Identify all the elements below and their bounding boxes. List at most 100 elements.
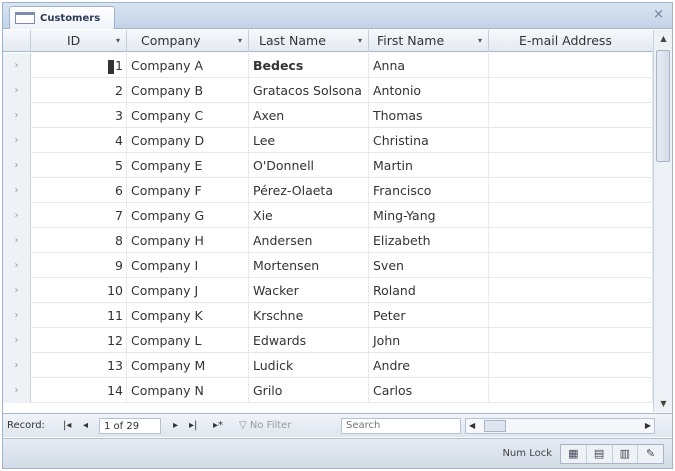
table-row[interactable]: › 9 Company I Mortensen Sven bbox=[3, 253, 653, 278]
scroll-right-icon[interactable]: ▶ bbox=[645, 419, 651, 433]
record-position-field[interactable]: 1 of 29 bbox=[99, 418, 161, 434]
pivot-chart-view-icon[interactable]: ▥ bbox=[613, 445, 639, 463]
scroll-down-icon[interactable]: ▼ bbox=[654, 395, 673, 412]
cell-id[interactable]: 13 bbox=[31, 353, 127, 378]
table-row[interactable]: › 6 Company F Pérez-Olaeta Francisco bbox=[3, 178, 653, 203]
tab-customers[interactable]: Customers bbox=[9, 6, 115, 29]
cell-id[interactable]: 14 bbox=[31, 378, 127, 403]
record-selector[interactable]: › bbox=[3, 78, 31, 103]
cell-company[interactable]: Company D bbox=[127, 128, 249, 153]
cell-email[interactable] bbox=[489, 303, 653, 328]
record-selector[interactable]: › bbox=[3, 303, 31, 328]
cell-email[interactable] bbox=[489, 78, 653, 103]
first-record-button[interactable]: |◂ bbox=[63, 418, 71, 434]
table-row[interactable]: › 7 Company G Xie Ming-Yang bbox=[3, 203, 653, 228]
cell-last-name[interactable]: Gratacos Solsona bbox=[249, 78, 369, 103]
table-row[interactable]: › 3 Company C Axen Thomas bbox=[3, 103, 653, 128]
record-selector[interactable]: › bbox=[3, 103, 31, 128]
record-selector[interactable]: › bbox=[3, 253, 31, 278]
cell-last-name[interactable]: Xie bbox=[249, 203, 369, 228]
cell-email[interactable] bbox=[489, 353, 653, 378]
cell-email[interactable] bbox=[489, 328, 653, 353]
cell-company[interactable]: Company K bbox=[127, 303, 249, 328]
record-selector[interactable]: › bbox=[3, 128, 31, 153]
record-selector[interactable]: › bbox=[3, 378, 31, 403]
close-icon[interactable]: × bbox=[653, 7, 664, 23]
cell-company[interactable]: Company C bbox=[127, 103, 249, 128]
cell-id[interactable]: 6 bbox=[31, 178, 127, 203]
cell-company[interactable]: Company B bbox=[127, 78, 249, 103]
cell-id[interactable]: 7 bbox=[31, 203, 127, 228]
cell-email[interactable] bbox=[489, 278, 653, 303]
cell-company[interactable]: Company I bbox=[127, 253, 249, 278]
cell-last-name[interactable]: Pérez-Olaeta bbox=[249, 178, 369, 203]
cell-email[interactable] bbox=[489, 203, 653, 228]
cell-company[interactable]: Company G bbox=[127, 203, 249, 228]
cell-company[interactable]: Company H bbox=[127, 228, 249, 253]
cell-first-name[interactable]: Anna bbox=[369, 53, 489, 78]
cell-email[interactable] bbox=[489, 178, 653, 203]
cell-company[interactable]: Company M bbox=[127, 353, 249, 378]
cell-first-name[interactable]: Peter bbox=[369, 303, 489, 328]
cell-id[interactable]: 10 bbox=[31, 278, 127, 303]
cell-company[interactable]: Company N bbox=[127, 378, 249, 403]
datasheet-view-icon[interactable]: ▦ bbox=[561, 445, 587, 463]
table-row[interactable]: › 5 Company E O'Donnell Martin bbox=[3, 153, 653, 178]
vertical-scrollbar[interactable]: ▲ ▼ bbox=[653, 30, 672, 412]
cell-last-name[interactable]: Mortensen bbox=[249, 253, 369, 278]
record-selector[interactable]: › bbox=[3, 228, 31, 253]
cell-id[interactable]: 1 bbox=[31, 53, 127, 78]
cell-email[interactable] bbox=[489, 378, 653, 403]
column-header-last-name[interactable]: Last Name ▾ bbox=[249, 30, 369, 52]
table-row[interactable]: › 8 Company H Andersen Elizabeth bbox=[3, 228, 653, 253]
last-record-button[interactable]: ▸| bbox=[189, 418, 197, 434]
cell-first-name[interactable]: Francisco bbox=[369, 178, 489, 203]
sort-arrow-icon[interactable]: ▾ bbox=[238, 30, 242, 52]
no-filter-button[interactable]: ▽ No Filter bbox=[239, 418, 291, 434]
cell-id[interactable]: 9 bbox=[31, 253, 127, 278]
column-header-email[interactable]: E-mail Address bbox=[489, 30, 653, 52]
record-selector[interactable]: › bbox=[3, 328, 31, 353]
cell-company[interactable]: Company A bbox=[127, 53, 249, 78]
cell-id[interactable]: 3 bbox=[31, 103, 127, 128]
pivot-table-view-icon[interactable]: ▤ bbox=[587, 445, 613, 463]
previous-record-button[interactable]: ◂ bbox=[83, 418, 88, 434]
cell-company[interactable]: Company J bbox=[127, 278, 249, 303]
cell-email[interactable] bbox=[489, 153, 653, 178]
table-row[interactable]: › 4 Company D Lee Christina bbox=[3, 128, 653, 153]
cell-email[interactable] bbox=[489, 53, 653, 78]
cell-first-name[interactable]: Antonio bbox=[369, 78, 489, 103]
cell-last-name[interactable]: Krschne bbox=[249, 303, 369, 328]
cell-first-name[interactable]: Roland bbox=[369, 278, 489, 303]
sort-arrow-icon[interactable]: ▾ bbox=[478, 30, 482, 52]
cell-first-name[interactable]: Andre bbox=[369, 353, 489, 378]
cell-email[interactable] bbox=[489, 128, 653, 153]
cell-email[interactable] bbox=[489, 103, 653, 128]
cell-company[interactable]: Company F bbox=[127, 178, 249, 203]
cell-id[interactable]: 4 bbox=[31, 128, 127, 153]
column-header-id[interactable]: ID ▾ bbox=[31, 30, 127, 52]
horizontal-scroll-thumb[interactable] bbox=[484, 420, 506, 432]
next-record-button[interactable]: ▸ bbox=[173, 418, 178, 434]
sort-arrow-icon[interactable]: ▾ bbox=[358, 30, 362, 52]
table-row[interactable]: › 12 Company L Edwards John bbox=[3, 328, 653, 353]
select-all-corner[interactable] bbox=[3, 30, 31, 52]
record-selector[interactable]: › bbox=[3, 178, 31, 203]
design-view-icon[interactable]: ✎ bbox=[638, 445, 663, 463]
cell-email[interactable] bbox=[489, 253, 653, 278]
cell-last-name[interactable]: Edwards bbox=[249, 328, 369, 353]
cell-last-name[interactable]: Lee bbox=[249, 128, 369, 153]
record-selector[interactable]: › bbox=[3, 353, 31, 378]
search-input[interactable] bbox=[341, 418, 461, 434]
cell-first-name[interactable]: Christina bbox=[369, 128, 489, 153]
cell-last-name[interactable]: Wacker bbox=[249, 278, 369, 303]
cell-first-name[interactable]: Ming-Yang bbox=[369, 203, 489, 228]
cell-id[interactable]: 11 bbox=[31, 303, 127, 328]
table-row[interactable]: › 2 Company B Gratacos Solsona Antonio bbox=[3, 78, 653, 103]
cell-last-name[interactable]: Bedecs bbox=[249, 53, 369, 78]
cell-first-name[interactable]: Carlos bbox=[369, 378, 489, 403]
table-row[interactable]: › 1 Company A Bedecs Anna bbox=[3, 53, 653, 78]
table-row[interactable]: › 10 Company J Wacker Roland bbox=[3, 278, 653, 303]
cell-last-name[interactable]: Axen bbox=[249, 103, 369, 128]
cell-last-name[interactable]: Grilo bbox=[249, 378, 369, 403]
